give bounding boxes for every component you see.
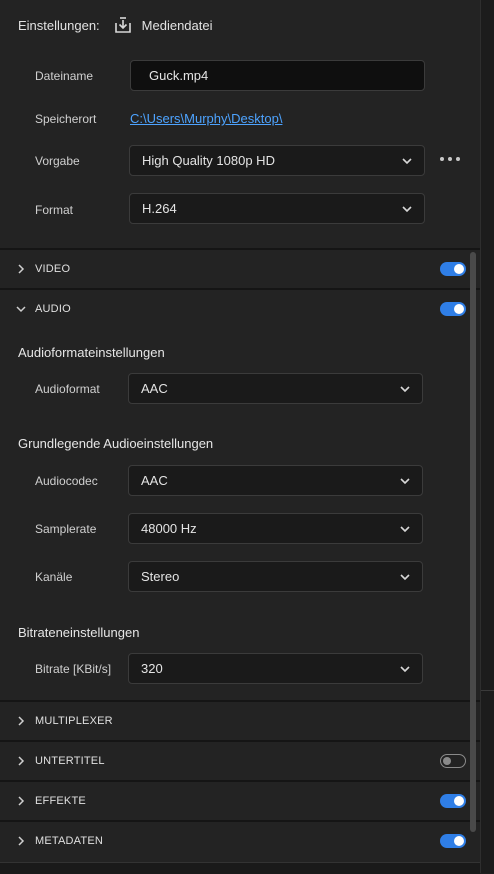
section-captions[interactable]: UNTERTITEL — [0, 742, 480, 780]
section-captions-label: UNTERTITEL — [35, 755, 105, 767]
format-dropdown[interactable]: H.264 — [129, 193, 425, 224]
more-options-button[interactable] — [440, 152, 460, 166]
section-effects-label: EFFEKTE — [35, 795, 86, 807]
chevron-down-icon — [400, 477, 410, 484]
samplerate-value: 48000 Hz — [141, 521, 197, 536]
divider — [481, 690, 494, 691]
more-dot-icon — [440, 157, 444, 161]
chevron-right-icon — [18, 716, 25, 726]
chevron-right-icon — [18, 836, 25, 846]
chevron-down-icon — [400, 385, 410, 392]
video-toggle[interactable] — [440, 262, 466, 276]
export-settings-panel: Einstellungen: Mediendatei Dateiname Guc… — [0, 0, 480, 874]
section-effects[interactable]: EFFEKTE — [0, 782, 480, 820]
chevron-down-icon — [402, 205, 412, 212]
bitrate-label: Bitrate [KBit/s] — [35, 662, 112, 676]
chevron-down-icon — [400, 525, 410, 532]
filename-value: Guck.mp4 — [149, 68, 209, 83]
section-multiplexer[interactable]: MULTIPLEXER — [0, 702, 480, 740]
bitrate-value: 320 — [141, 661, 163, 676]
section-metadata[interactable]: METADATEN — [0, 822, 480, 860]
section-video[interactable]: VIDEO — [0, 250, 480, 288]
section-video-label: VIDEO — [35, 263, 71, 275]
chevron-right-icon — [18, 796, 25, 806]
channels-value: Stereo — [141, 569, 180, 584]
more-dot-icon — [456, 157, 460, 161]
filename-label: Dateiname — [35, 69, 94, 83]
scrollbar[interactable] — [470, 252, 476, 832]
audio-format-dropdown[interactable]: AAC — [128, 373, 423, 404]
export-type-label: Mediendatei — [141, 17, 213, 33]
audio-codec-value: AAC — [141, 473, 168, 488]
basic-audio-heading: Grundlegende Audioeinstellungen — [18, 436, 214, 451]
audio-codec-dropdown[interactable]: AAC — [128, 465, 423, 496]
location-link[interactable]: C:\Users\Murphy\Desktop\ — [130, 111, 282, 126]
chevron-down-icon — [400, 665, 410, 672]
side-panel-edge — [480, 0, 494, 873]
audio-toggle[interactable] — [440, 302, 466, 316]
chevron-down-icon — [402, 157, 412, 164]
format-value: H.264 — [142, 201, 177, 216]
metadata-toggle[interactable] — [440, 834, 466, 848]
audio-format-label: Audioformat — [35, 382, 100, 396]
export-icon — [114, 17, 131, 33]
channels-dropdown[interactable]: Stereo — [128, 561, 423, 592]
bitrate-dropdown[interactable]: 320 — [128, 653, 423, 684]
effects-toggle[interactable] — [440, 794, 466, 808]
chevron-right-icon — [18, 756, 25, 766]
captions-toggle[interactable] — [440, 754, 466, 768]
audio-format-heading: Audioformateinstellungen — [18, 345, 165, 360]
format-label: Format — [35, 203, 74, 217]
chevron-right-icon — [18, 264, 25, 274]
section-multiplexer-label: MULTIPLEXER — [35, 715, 113, 727]
chevron-down-icon — [400, 573, 410, 580]
filename-input[interactable]: Guck.mp4 — [130, 60, 425, 91]
bitrate-heading: Bitrateneinstellungen — [18, 625, 140, 640]
section-metadata-label: METADATEN — [35, 835, 104, 847]
settings-title: Einstellungen: — [18, 17, 100, 33]
settings-header: Einstellungen: Mediendatei — [18, 15, 213, 35]
preset-value: High Quality 1080p HD — [142, 153, 275, 168]
preset-dropdown[interactable]: High Quality 1080p HD — [129, 145, 425, 176]
audio-codec-label: Audiocodec — [35, 474, 98, 488]
chevron-down-icon — [16, 306, 26, 313]
preset-label: Vorgabe — [35, 154, 80, 168]
location-label: Speicherort — [35, 112, 97, 126]
audio-format-value: AAC — [141, 381, 168, 396]
bottom-bar — [0, 862, 480, 874]
samplerate-label: Samplerate — [35, 522, 97, 536]
section-audio-label: AUDIO — [35, 303, 71, 315]
more-dot-icon — [448, 157, 452, 161]
samplerate-dropdown[interactable]: 48000 Hz — [128, 513, 423, 544]
channels-label: Kanäle — [35, 570, 73, 584]
section-audio[interactable]: AUDIO — [0, 290, 480, 328]
